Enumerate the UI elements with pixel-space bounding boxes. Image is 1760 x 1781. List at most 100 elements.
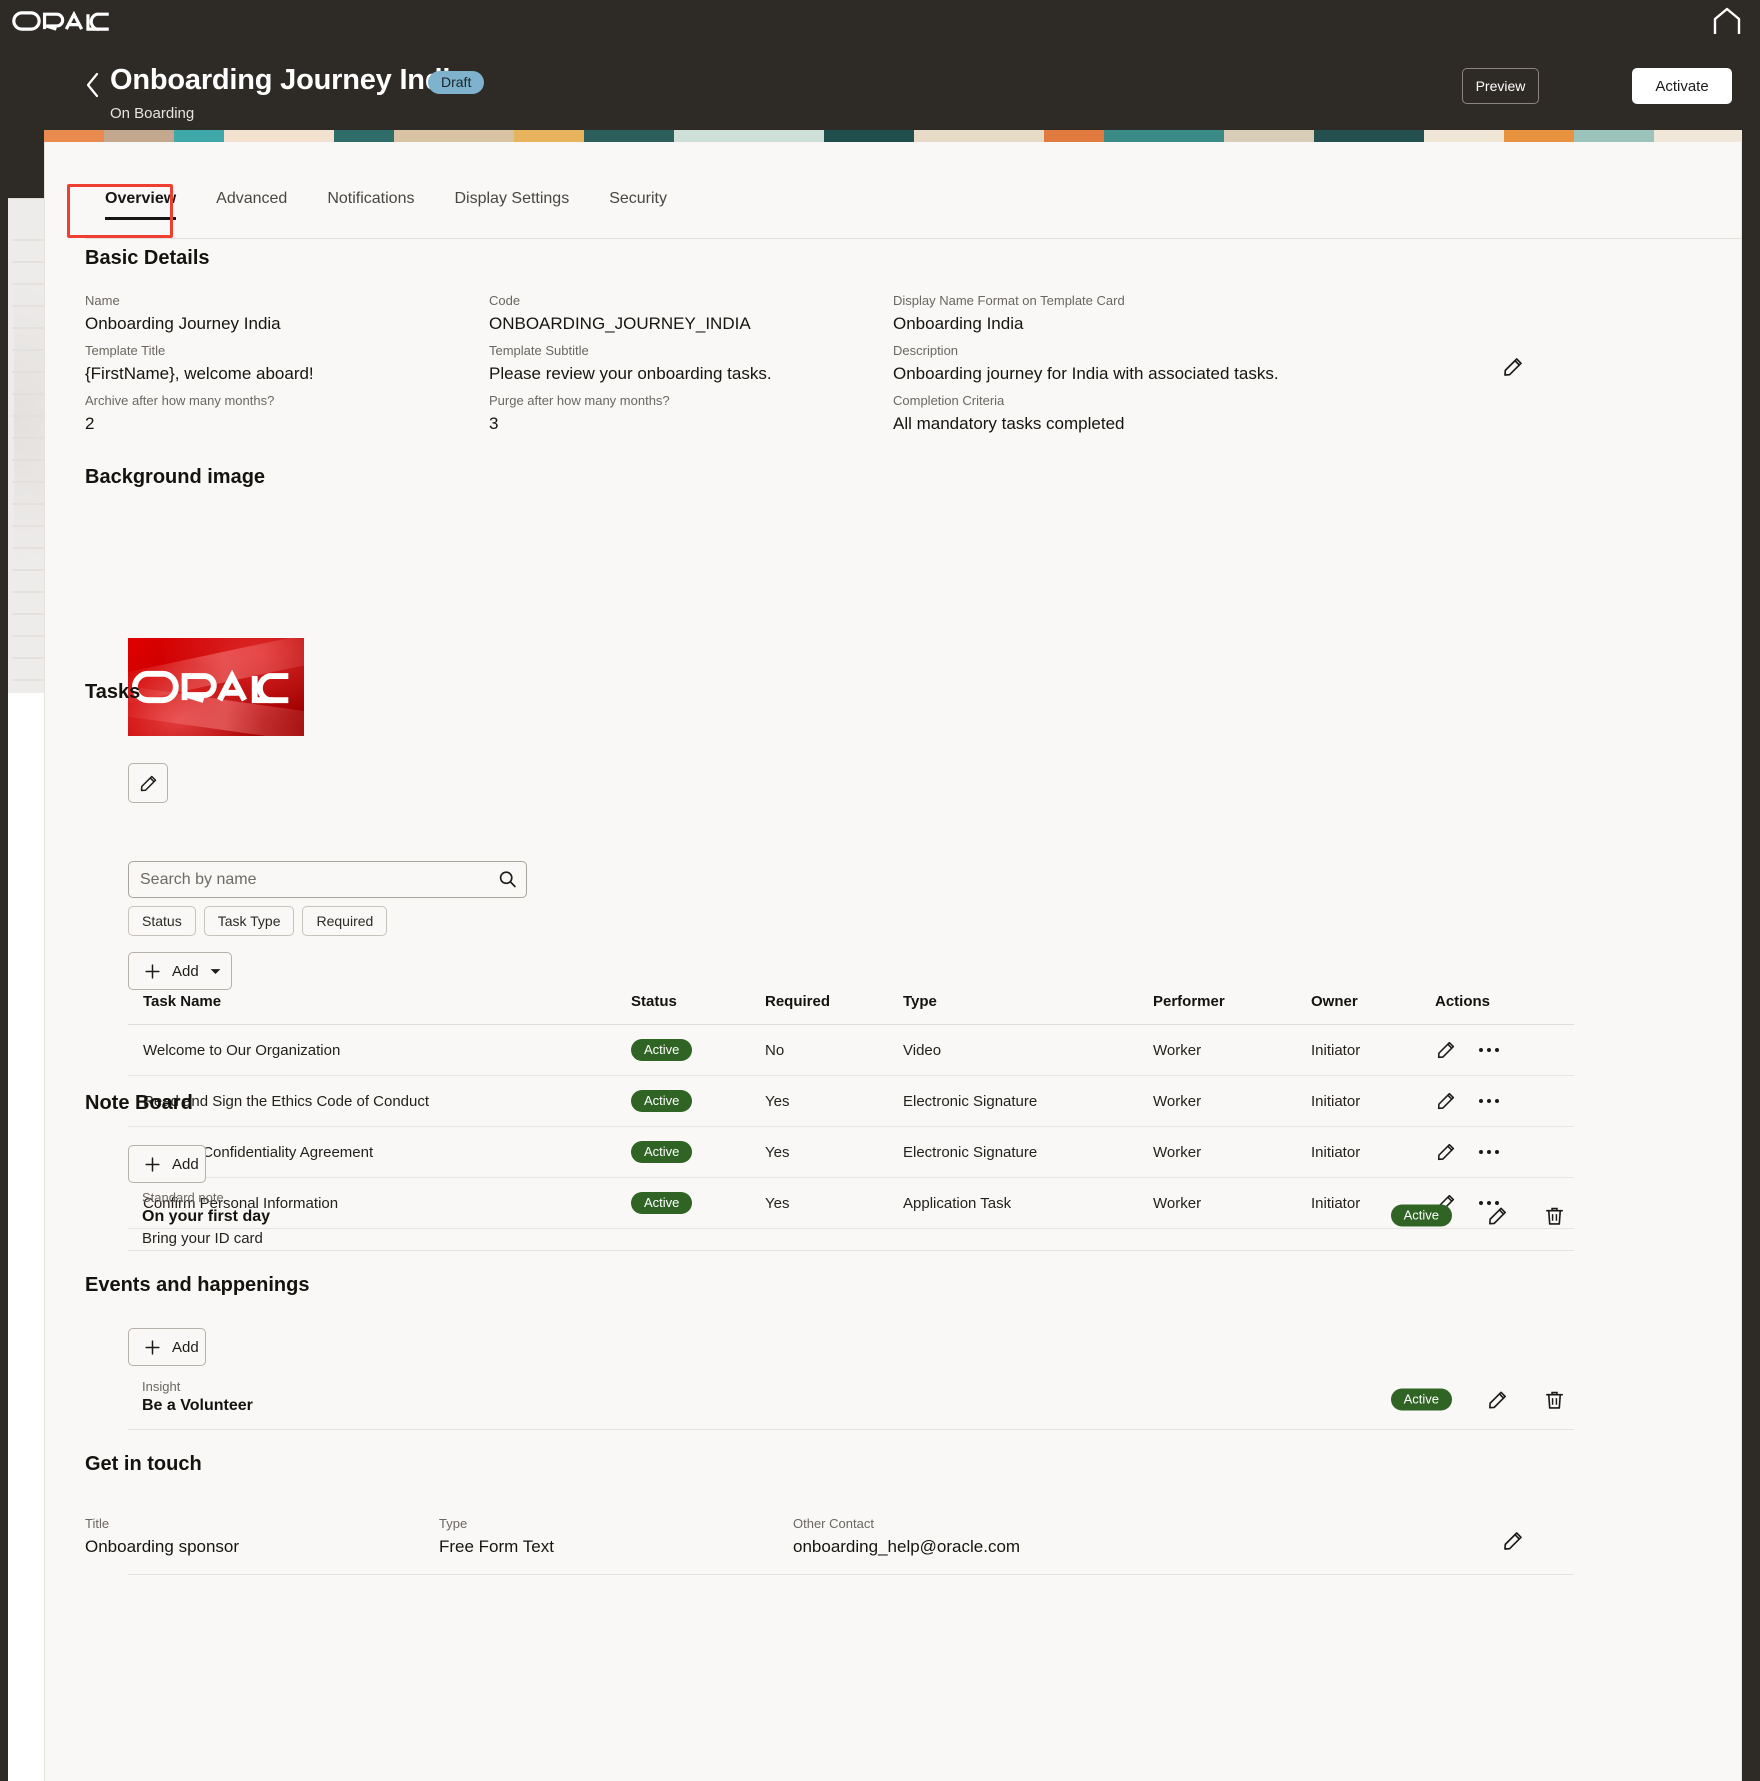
field-label: Title: [85, 1516, 110, 1531]
activate-button[interactable]: Activate: [1632, 68, 1732, 104]
cell-performer: Worker: [1138, 1075, 1296, 1127]
field-label: Purge after how many months?: [489, 393, 670, 408]
field-code: Code ONBOARDING_JOURNEY_INDIA: [489, 292, 889, 336]
field-value: All mandatory tasks completed: [893, 414, 1125, 433]
field-purge-months: Purge after how many months? 3: [489, 392, 889, 436]
table-row[interactable]: Sign the Confidentiality Agreement Activ…: [128, 1126, 1574, 1178]
events-heading: Events and happenings: [85, 1274, 310, 1296]
field-value: Onboarding Journey India: [85, 314, 281, 333]
cell-status: Active: [616, 1126, 750, 1178]
section-divider: [128, 1574, 1574, 1575]
column-performer: Performer: [1138, 993, 1296, 1025]
cell-required: Yes: [750, 1126, 888, 1178]
basic-details-edit-button[interactable]: [1501, 355, 1525, 379]
chevron-down-icon[interactable]: [209, 965, 222, 978]
pencil-icon[interactable]: [1435, 1039, 1457, 1061]
pencil-icon[interactable]: [1435, 1141, 1457, 1163]
field-completion-criteria: Completion Criteria All mandatory tasks …: [893, 392, 1353, 436]
cell-status: Active: [616, 1024, 750, 1076]
trash-icon[interactable]: [1543, 1388, 1566, 1411]
filter-task-type[interactable]: Task Type: [203, 906, 295, 936]
cell-required: No: [750, 1024, 888, 1076]
page-subtitle: On Boarding: [110, 105, 195, 122]
filter-status[interactable]: Status: [128, 906, 196, 936]
tabs-divider: [85, 238, 1741, 239]
home-icon[interactable]: [1712, 7, 1742, 35]
column-task-name: Task Name: [128, 993, 616, 1025]
column-status: Status: [616, 993, 750, 1025]
field-value: ONBOARDING_JOURNEY_INDIA: [489, 314, 751, 333]
pencil-icon[interactable]: [1435, 1090, 1457, 1112]
app-shell: Onboarding Journey India Draft On Boardi…: [0, 0, 1760, 1781]
note-title: On your first day: [142, 1208, 271, 1225]
status-badge: Active: [631, 1141, 693, 1163]
task-filter-chips: Status Task Type Required: [128, 906, 388, 936]
pencil-icon[interactable]: [1486, 1204, 1509, 1227]
filter-required[interactable]: Required: [302, 906, 388, 936]
cell-actions: [1420, 1126, 1574, 1178]
field-value: Free Form Text: [439, 1537, 554, 1556]
preview-button[interactable]: Preview: [1462, 68, 1539, 104]
table-row[interactable]: Welcome to Our Organization Active No Vi…: [128, 1024, 1574, 1076]
note-board-add-button[interactable]: Add: [128, 1145, 206, 1183]
field-label: Display Name Format on Template Card: [893, 293, 1125, 308]
field-display-name-format: Display Name Format on Template Card Onb…: [893, 292, 1393, 336]
status-badge: Active: [1390, 1388, 1452, 1411]
column-required: Required: [750, 993, 888, 1025]
column-owner: Owner: [1296, 993, 1420, 1025]
field-label: Code: [489, 293, 521, 308]
field-label: Archive after how many months?: [85, 393, 275, 408]
get-in-touch-heading: Get in touch: [85, 1453, 202, 1475]
more-options-icon[interactable]: [1479, 1099, 1499, 1103]
tasks-add-label: Add: [172, 962, 199, 980]
list-item[interactable]: Insight Be a Volunteer Active: [128, 1370, 1574, 1430]
field-label: Description: [893, 343, 959, 358]
note-eyebrow: Standard note: [142, 1190, 224, 1205]
table-row[interactable]: Read and Sign the Ethics Code of Conduct…: [128, 1075, 1574, 1127]
tab-overview[interactable]: Overview: [85, 190, 196, 220]
tab-display-settings[interactable]: Display Settings: [434, 190, 589, 220]
cell-required: Yes: [750, 1075, 888, 1127]
cell-type: Electronic Signature: [888, 1075, 1138, 1127]
field-value: Please review your onboarding tasks.: [489, 364, 772, 383]
plus-icon: [143, 1338, 162, 1357]
back-button[interactable]: [84, 72, 102, 98]
events-add-button[interactable]: Add: [128, 1328, 206, 1366]
field-label: Completion Criteria: [893, 393, 1005, 408]
search-icon[interactable]: [488, 862, 526, 897]
field-value: {FirstName}, welcome aboard!: [85, 364, 314, 383]
field-value: 2: [85, 414, 95, 433]
tab-advanced[interactable]: Advanced: [196, 190, 307, 220]
more-options-icon[interactable]: [1479, 1048, 1499, 1052]
field-label: Template Title: [85, 343, 166, 358]
status-badge: Draft: [428, 71, 485, 94]
cell-owner: Initiator: [1296, 1075, 1420, 1127]
field-value: Onboarding India: [893, 314, 1024, 333]
field-label: Type: [439, 1516, 468, 1531]
plus-icon: [143, 962, 162, 981]
field-value: Onboarding sponsor: [85, 1537, 240, 1556]
cell-owner: Initiator: [1296, 1126, 1420, 1178]
field-contact-type: Type Free Form Text: [439, 1515, 779, 1559]
tab-security[interactable]: Security: [589, 190, 687, 220]
get-in-touch-edit-button[interactable]: [1501, 1529, 1525, 1553]
tab-notifications[interactable]: Notifications: [307, 190, 434, 220]
background-image-heading: Background image: [85, 466, 266, 488]
task-search[interactable]: [128, 861, 527, 898]
trash-icon[interactable]: [1543, 1204, 1566, 1227]
field-contact-title: Title Onboarding sponsor: [85, 1515, 465, 1559]
cell-actions: [1420, 1024, 1574, 1076]
background-image-edit-button[interactable]: [128, 763, 168, 803]
cell-performer: Worker: [1138, 1126, 1296, 1178]
tasks-add-button[interactable]: Add: [128, 952, 232, 990]
field-template-subtitle: Template Subtitle Please review your onb…: [489, 342, 889, 386]
note-subtitle: Bring your ID card: [142, 1230, 263, 1247]
search-input[interactable]: [129, 870, 488, 889]
list-item[interactable]: Standard note On your first day Bring yo…: [128, 1181, 1574, 1251]
field-label: Other Contact: [793, 1516, 874, 1531]
pencil-icon[interactable]: [1486, 1388, 1509, 1411]
events-add-label: Add: [172, 1338, 199, 1356]
cell-owner: Initiator: [1296, 1024, 1420, 1076]
more-options-icon[interactable]: [1479, 1150, 1499, 1154]
field-label: Name: [85, 293, 120, 308]
